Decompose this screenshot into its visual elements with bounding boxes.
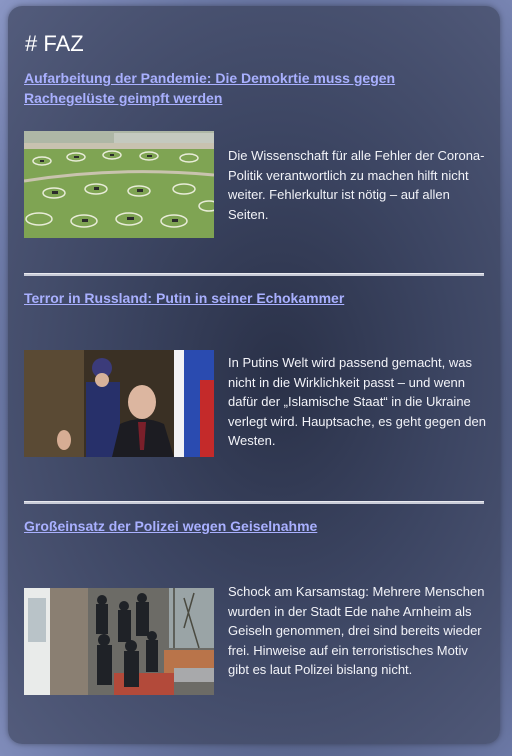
article-3-headline[interactable]: Großeinsatz der Polizei wegen Geiselnahm… xyxy=(24,516,464,536)
article-divider xyxy=(24,273,484,276)
article-2-headline[interactable]: Terror in Russland: Putin in seiner Echo… xyxy=(24,288,464,308)
article-1-description: Die Wissenschaft für alle Fehler der Cor… xyxy=(228,148,485,222)
article-3-description: Schock am Karsamstag: Mehrere Menschen w… xyxy=(228,584,485,677)
putin-image xyxy=(24,350,214,457)
article-1-headline[interactable]: Aufarbeitung der Pandemie: Die Demokrtie… xyxy=(24,68,464,108)
article-2-description: In Putins Welt wird passend gemacht, was… xyxy=(228,355,487,448)
faz-feed-card: # FAZ Aufarbeitung der Pandemie: Die Dem… xyxy=(8,6,500,744)
article-divider xyxy=(24,501,484,504)
police-image xyxy=(24,588,214,695)
feed-title: # FAZ xyxy=(25,31,84,56)
park-image xyxy=(24,131,214,238)
article-3-image[interactable] xyxy=(24,588,214,695)
article-1-image[interactable] xyxy=(24,131,214,238)
article-2-image[interactable] xyxy=(24,350,214,457)
